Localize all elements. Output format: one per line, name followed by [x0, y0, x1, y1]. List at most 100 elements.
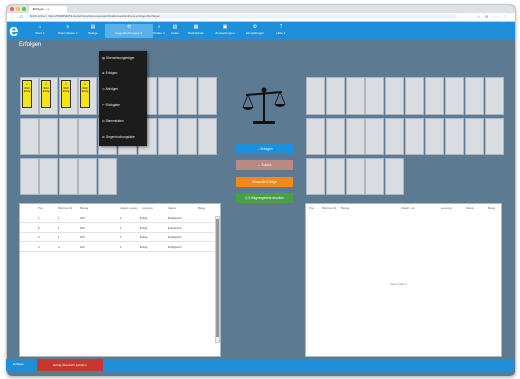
- print-result-button[interactable]: ⎙ Erfolgsergebnis drucken: [236, 193, 293, 203]
- card-slot[interactable]: [385, 77, 404, 115]
- forward-icon[interactable]: →: [15, 14, 19, 19]
- toolbar-rueckstaende[interactable]: ▦ Rückstände: [183, 24, 209, 38]
- extension-icon[interactable]: ⊕: [485, 14, 488, 19]
- card-slot[interactable]: [78, 158, 97, 195]
- card-slot[interactable]: [425, 118, 444, 155]
- menu-item-gegenbuchungsliste[interactable]: ⚖ Gegenbuchungsliste: [102, 132, 146, 142]
- card-slot[interactable]: [405, 118, 424, 155]
- back-button[interactable]: ← Zurück: [236, 160, 293, 170]
- table-row[interactable]: [20, 250, 214, 252]
- toolbar-listen[interactable]: ▥ Listen: [169, 24, 181, 38]
- toolbar-gegenbuchungen[interactable]: ⟲ Gegenbuchungen ∨: [105, 24, 153, 38]
- card-slot[interactable]: [465, 118, 484, 155]
- column-header[interactable]: Beleg: [488, 206, 495, 210]
- column-header[interactable]: Betrag: [80, 206, 88, 210]
- card-slot[interactable]: [445, 77, 464, 115]
- card-slot[interactable]: [198, 118, 217, 155]
- column-header[interactable]: Status: [466, 206, 474, 210]
- browser-tab[interactable]: Erfolgen – e ×: [29, 6, 67, 13]
- scales-icon: ⚖: [102, 135, 105, 139]
- erfolgen-forward-button[interactable]: → Erfolgen: [236, 144, 293, 154]
- column-header[interactable]: Leistung: [441, 206, 452, 210]
- card-slot[interactable]: [20, 118, 39, 155]
- menu-item-ueberweisungstraeger[interactable]: ▤ Überweisungsträger: [102, 53, 146, 63]
- card-slot[interactable]: [306, 158, 325, 195]
- card-slot[interactable]: [326, 158, 345, 195]
- maximize-window-icon[interactable]: [22, 7, 26, 11]
- menu-item-rueckgabe[interactable]: ↶ Rückgabe: [102, 100, 146, 110]
- card-slot[interactable]: [485, 77, 504, 115]
- card-slot[interactable]: [346, 77, 365, 115]
- card-slot[interactable]: [445, 118, 464, 155]
- erfolg-overview-button[interactable]: Erfolg Übersicht aufrufen: [37, 359, 103, 371]
- column-header[interactable]: Abgelt. Leistg.: [120, 206, 138, 210]
- url-field[interactable]: Nicht sicher | https://WEBSEITE.de/admin…: [27, 14, 457, 19]
- column-header[interactable]: Abgelt. Lst.: [401, 206, 415, 210]
- card-slot[interactable]: [20, 158, 39, 195]
- card-slot[interactable]: [39, 158, 58, 195]
- scrollbar-thumb[interactable]: [216, 219, 219, 337]
- toolbar-belege[interactable]: ▤ Belege: [85, 24, 101, 38]
- column-header[interactable]: Rahmen Nr.: [58, 206, 73, 210]
- card-slot[interactable]: [306, 77, 325, 115]
- toolbar-pruefen[interactable]: ⌕ Prüfen ∨: [152, 24, 166, 38]
- card-slot[interactable]: [365, 158, 384, 195]
- card-slot[interactable]: [158, 118, 177, 155]
- table-row[interactable]: [20, 222, 214, 223]
- card-slot[interactable]: [485, 118, 504, 155]
- column-header[interactable]: Beleg: [198, 206, 205, 210]
- card-slot[interactable]: [59, 118, 78, 155]
- column-header[interactable]: Pos: [38, 206, 43, 210]
- manual-erfolge-button[interactable]: Manuelle Erfolge: [236, 177, 293, 187]
- card-slot[interactable]: [365, 118, 384, 155]
- card-slot[interactable]: [465, 77, 484, 115]
- toolbar-hilfe[interactable]: ? Hilfe ∨: [271, 24, 291, 38]
- selected-card[interactable]: 1 0022 Erfolg: [22, 80, 32, 108]
- column-header[interactable]: Status: [168, 206, 176, 210]
- selected-card[interactable]: 4 0022 Erfolg: [80, 80, 90, 108]
- selected-card[interactable]: 3 0022 Erfolg: [61, 80, 71, 108]
- card-slot[interactable]: [78, 118, 97, 155]
- bookmark-icon[interactable]: ☆: [477, 14, 481, 19]
- card-slot[interactable]: [326, 77, 345, 115]
- card-slot[interactable]: [306, 118, 325, 155]
- menu-item-erfolgen[interactable]: ⊕ Erfolgen: [102, 68, 146, 78]
- card-slot[interactable]: [198, 77, 217, 115]
- table-row[interactable]: [20, 231, 214, 233]
- card-slot[interactable]: [365, 77, 384, 115]
- card-slot[interactable]: [346, 158, 365, 195]
- reload-icon[interactable]: C: [20, 14, 23, 19]
- column-header[interactable]: Rahmen Nr.: [322, 206, 337, 210]
- toolbar-label: Stammdaten ∨: [57, 31, 79, 35]
- card-slot[interactable]: [385, 158, 404, 195]
- card-slot[interactable]: [178, 77, 197, 115]
- back-icon[interactable]: ←: [10, 14, 14, 19]
- card-slot[interactable]: [39, 118, 58, 155]
- minimize-window-icon[interactable]: [16, 7, 20, 11]
- column-header[interactable]: Betrag: [341, 206, 349, 210]
- menu-icon[interactable]: ⋮: [503, 14, 507, 19]
- scrollbar[interactable]: [215, 216, 220, 343]
- table-row[interactable]: [20, 241, 214, 242]
- card-slot[interactable]: [326, 118, 345, 155]
- column-header[interactable]: Pos: [309, 206, 314, 210]
- card-slot[interactable]: [385, 118, 404, 155]
- selected-card[interactable]: 2 0022 Erfolg: [41, 80, 51, 108]
- column-header[interactable]: Leistung: [142, 206, 153, 210]
- card-slot[interactable]: [425, 77, 444, 115]
- more-icon[interactable]: ⋯: [493, 14, 497, 19]
- toolbar-start[interactable]: ⌂ Start ∨: [33, 24, 47, 38]
- toolbar-auswertungen[interactable]: ▣ Auswertungen: [211, 24, 239, 38]
- tab-close-icon[interactable]: ×: [33, 7, 64, 11]
- menu-item-abfolgen[interactable]: ◷ Abfolgen: [102, 84, 146, 94]
- close-window-icon[interactable]: [10, 7, 14, 11]
- card-slot[interactable]: [98, 158, 117, 195]
- card-slot[interactable]: [158, 77, 177, 115]
- menu-item-stammdaten[interactable]: ⛭ Stammdaten: [102, 116, 146, 126]
- toolbar-einstellungen[interactable]: ⚙ Einstellungen: [241, 24, 269, 38]
- card-slot[interactable]: [178, 118, 197, 155]
- toolbar-stammdaten[interactable]: ≡ Stammdaten ∨: [57, 24, 79, 38]
- card-slot[interactable]: [405, 77, 424, 115]
- card-slot[interactable]: [346, 118, 365, 155]
- card-slot[interactable]: [59, 158, 78, 195]
